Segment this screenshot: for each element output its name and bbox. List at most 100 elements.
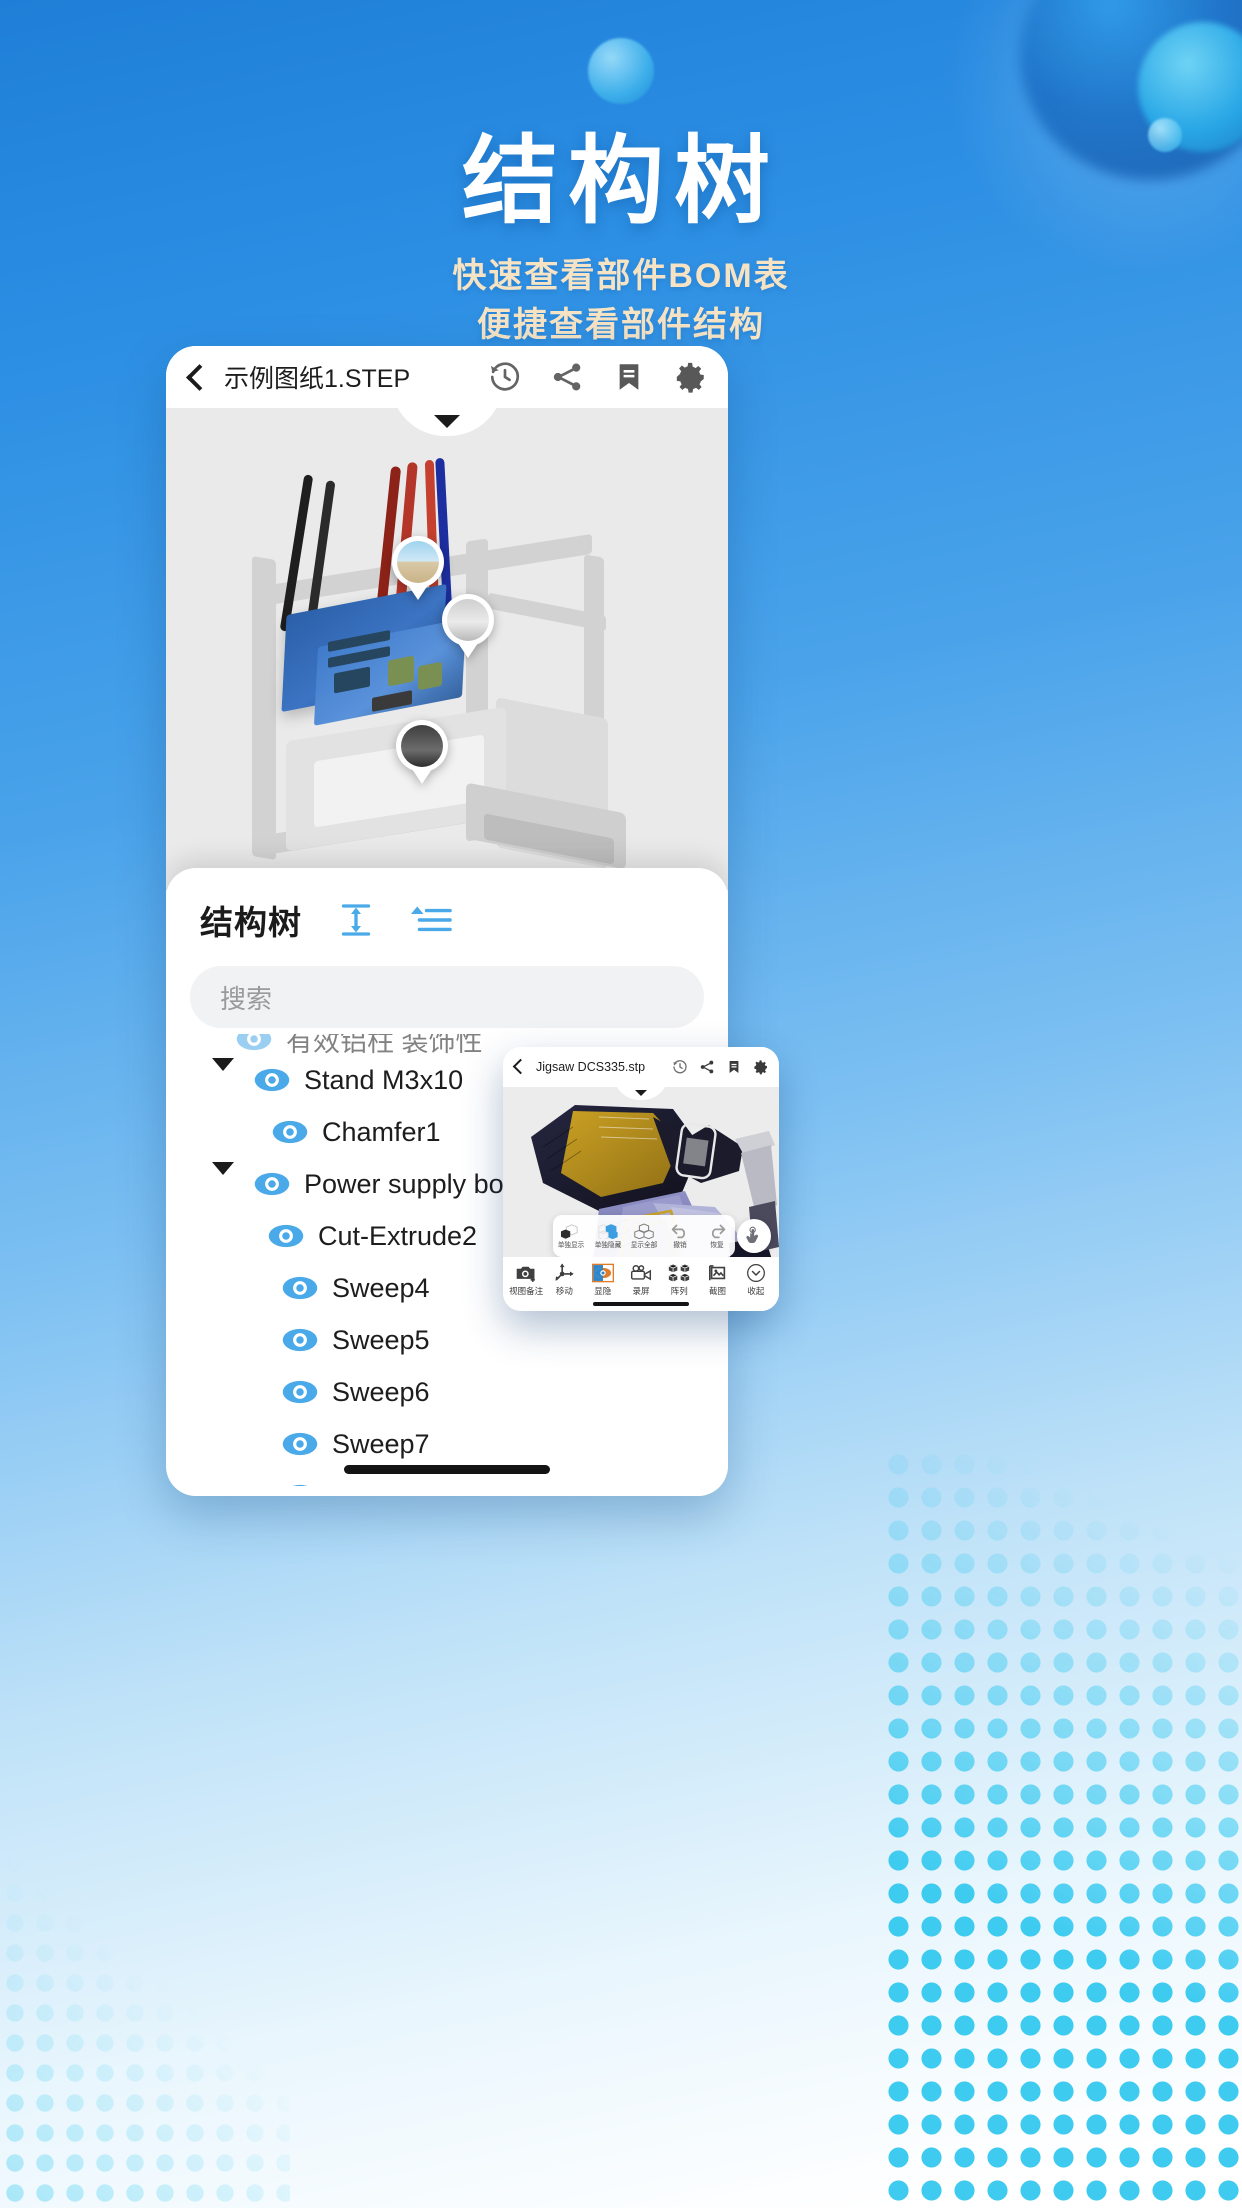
caret-down-icon[interactable] (212, 1058, 234, 1088)
tree-row[interactable]: Sweep7 (166, 1418, 728, 1470)
visibility-toggle-icon (591, 1263, 614, 1283)
bottom-item-move[interactable]: 移动 (547, 1263, 581, 1297)
halftone-dots-left (0, 1788, 290, 2208)
home-indicator (344, 1465, 550, 1474)
document-title: 示例图纸1.STEP (224, 365, 411, 393)
history-icon[interactable] (672, 1059, 688, 1075)
toolbar-label: 单独隐藏 (594, 1241, 621, 1249)
bottom-item-label: 录屏 (632, 1286, 650, 1296)
phone-mockup-primary: 示例图纸1.STEP 结构树 搜索 有效铝柱 装饰性 Stand M3x10 C… (166, 346, 728, 1496)
model-viewport[interactable] (166, 408, 728, 890)
tree-node-label: Sweep4 (332, 1272, 430, 1303)
sheet-header: 结构树 (166, 868, 728, 944)
header-actions-secondary (672, 1059, 769, 1075)
bottom-item-label: 截图 (709, 1286, 727, 1296)
halftone-dots-right (882, 1448, 1242, 2208)
move-icon (555, 1263, 575, 1281)
toolbar-item-isolate-show[interactable]: 单独显示 (554, 1223, 588, 1250)
eye-icon[interactable] (272, 1114, 308, 1150)
redo-icon (712, 1224, 726, 1238)
floating-toolbar: 单独显示 单独隐藏 显示全部 撤销 恢复 (553, 1215, 735, 1257)
triangle-down-icon (434, 415, 460, 428)
bottom-item-collapse[interactable]: 收起 (739, 1263, 773, 1297)
toolbar-label: 恢复 (710, 1241, 724, 1249)
home-indicator-secondary (593, 1302, 689, 1306)
tree-node-label: Power supply boa (304, 1168, 519, 1199)
tree-node-label: Chamfer1 (322, 1116, 441, 1147)
tree-row[interactable]: Sweep6 (166, 1366, 728, 1418)
bookmark-icon[interactable] (726, 1059, 742, 1075)
tree-node-label: Sweep6 (332, 1376, 430, 1407)
toolbar-label: 撤销 (673, 1241, 688, 1249)
toolbar-label: 单独显示 (557, 1241, 585, 1249)
hero-subtitle: 快速查看部件BOM表 便捷查看部件结构 (0, 252, 1242, 351)
promo-screen: 结构树 快速查看部件BOM表 便捷查看部件结构 示例图纸1.STEP 结构树 搜… (0, 0, 1242, 2208)
search-placeholder: 搜索 (220, 983, 273, 1014)
eye-icon[interactable] (236, 1034, 272, 1057)
toolbar-item-redo[interactable]: 恢复 (700, 1223, 734, 1250)
app-header-secondary: Jigsaw DCS335.stp (503, 1047, 779, 1087)
hero-subtitle-line-1: 快速查看部件BOM表 (452, 256, 790, 295)
tree-node-label: Stand M3x10 (304, 1064, 464, 1095)
eye-icon[interactable] (282, 1478, 318, 1486)
history-icon[interactable] (488, 360, 522, 394)
bottom-item-view-note[interactable]: 视图备注 (509, 1263, 543, 1297)
video-record-icon (630, 1265, 652, 1281)
bottom-item-label: 阵列 (670, 1286, 688, 1296)
eye-icon[interactable] (254, 1062, 290, 1098)
tree-node-label: Cut-Extrude2 (318, 1220, 478, 1251)
bottom-item-label: 收起 (747, 1286, 765, 1296)
annotation-marker[interactable] (396, 720, 448, 784)
toolbar-item-undo[interactable]: 撤销 (663, 1223, 697, 1250)
tree-node-label: 有效铝柱 装饰性 (286, 1034, 483, 1057)
app-header: 示例图纸1.STEP (166, 346, 728, 408)
toolbar-item-isolate-hide[interactable]: 单独隐藏 (591, 1223, 625, 1250)
search-input[interactable]: 搜索 (190, 966, 704, 1028)
page-title: 结构树 (462, 128, 780, 235)
eye-icon[interactable] (282, 1322, 318, 1358)
chevron-left-icon[interactable] (182, 364, 208, 390)
bottom-item-array[interactable]: 阵列 (662, 1263, 696, 1297)
header-actions (488, 360, 708, 394)
document-title-secondary: Jigsaw DCS335.stp (536, 1060, 646, 1074)
toolbar-label: 显示全部 (630, 1241, 658, 1249)
bottom-item-screenshot[interactable]: 截图 (701, 1263, 735, 1297)
annotation-marker[interactable] (392, 536, 444, 600)
eye-icon[interactable] (254, 1166, 290, 1202)
eye-icon[interactable] (282, 1270, 318, 1306)
bottom-item-label: 视图备注 (509, 1286, 544, 1296)
gear-icon[interactable] (674, 360, 708, 394)
caret-down-icon[interactable] (212, 1162, 234, 1192)
bottom-item-record[interactable]: 录屏 (624, 1263, 658, 1297)
isolate-show-icon (561, 1223, 578, 1239)
eye-icon[interactable] (282, 1426, 318, 1462)
isolate-hide-icon (597, 1223, 618, 1239)
hand-touch-icon[interactable] (737, 1219, 771, 1253)
hand-glyph (746, 1226, 759, 1244)
triangle-down-icon (635, 1090, 647, 1096)
tree-node-label: Sweep5 (332, 1324, 430, 1355)
share-icon[interactable] (699, 1059, 715, 1075)
toolbar-item-show-all[interactable]: 显示全部 (627, 1223, 661, 1250)
screenshot-icon (708, 1265, 725, 1281)
bottom-item-label: 显隐 (594, 1286, 612, 1296)
annotation-marker[interactable] (442, 594, 494, 658)
gear-icon[interactable] (753, 1059, 769, 1075)
tree-node-label: Sweep8 (332, 1481, 430, 1487)
show-all-icon (634, 1223, 654, 1239)
chevron-down-circle-icon (746, 1264, 765, 1282)
structure-tree-title: 结构树 (200, 904, 302, 941)
share-icon[interactable] (550, 360, 584, 394)
camera-note-icon (516, 1266, 536, 1282)
eye-icon[interactable] (268, 1218, 304, 1254)
eye-icon[interactable] (282, 1374, 318, 1410)
3d-printer-model (166, 408, 728, 890)
bottom-item-visibility[interactable]: 显隐 (586, 1263, 620, 1297)
chevron-left-icon[interactable] (511, 1059, 527, 1075)
bookmark-icon[interactable] (612, 360, 646, 394)
collapse-list-icon[interactable] (410, 900, 454, 940)
undo-icon (671, 1224, 685, 1238)
hero-subtitle-line-2: 便捷查看部件结构 (477, 305, 765, 344)
tree-row[interactable]: Sweep5 (166, 1314, 728, 1366)
expand-vertical-icon[interactable] (336, 900, 376, 940)
